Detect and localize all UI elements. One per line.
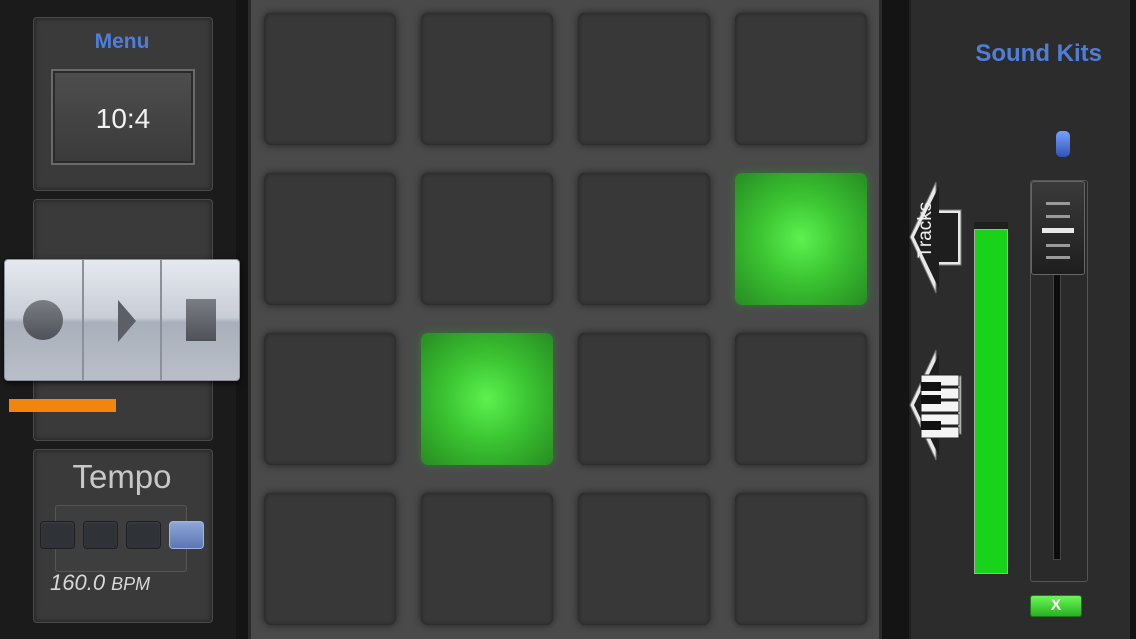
volume-fader-handle[interactable]: [1031, 181, 1085, 275]
right-panel: Sound Kits: [909, 0, 1130, 639]
fader-grip-line: [1046, 256, 1070, 259]
pad-12[interactable]: [735, 333, 867, 465]
pad-8[interactable]: [735, 173, 867, 305]
pad-11[interactable]: [578, 333, 710, 465]
pad-2[interactable]: [421, 13, 553, 145]
stop-button[interactable]: [162, 260, 239, 380]
tempo-led: [169, 521, 204, 549]
mute-button[interactable]: X: [1030, 595, 1082, 617]
pad-3[interactable]: [578, 13, 710, 145]
sound-kits-button[interactable]: Sound Kits: [911, 40, 1130, 68]
pad-9[interactable]: [264, 333, 396, 465]
pad-5[interactable]: [264, 173, 396, 305]
transport-bar: [4, 259, 240, 381]
play-button[interactable]: [84, 260, 163, 380]
fader-grip-line: [1046, 244, 1070, 247]
pad-15[interactable]: [578, 493, 710, 625]
record-button[interactable]: [5, 260, 84, 380]
bpm-unit: BPM: [111, 574, 151, 594]
channel-led: [1056, 131, 1070, 157]
tempo-led: [83, 521, 118, 549]
time-display: 10:4: [51, 69, 195, 165]
keyboard-tab[interactable]: [909, 348, 964, 462]
tempo-leds: [40, 521, 204, 549]
pad-16[interactable]: [735, 493, 867, 625]
bpm-value: 160.0: [50, 570, 106, 595]
fader-grip-line: [1042, 228, 1074, 233]
pad-4[interactable]: [735, 13, 867, 145]
piano-keys-icon: [920, 374, 960, 439]
tempo-led: [40, 521, 75, 549]
fader-grip-line: [1046, 215, 1070, 218]
tempo-label: Tempo: [72, 458, 172, 495]
pad-1[interactable]: [264, 13, 396, 145]
menu-button[interactable]: Menu: [33, 30, 211, 54]
playback-progress: [9, 399, 116, 412]
volume-fader-slot: [1053, 262, 1061, 560]
pad-14[interactable]: [421, 493, 553, 625]
record-icon: [23, 300, 64, 340]
bpm-readout[interactable]: 160.0 BPM: [50, 570, 150, 596]
play-icon: [117, 300, 136, 342]
pad-grid: [248, 0, 882, 639]
fader-grip-line: [1046, 202, 1070, 205]
tempo-led: [126, 521, 161, 549]
pad-6[interactable]: [421, 173, 553, 305]
level-meter-fill: [974, 229, 1008, 574]
level-meter: [974, 222, 1008, 574]
pad-7[interactable]: [578, 173, 710, 305]
tracks-label: Tracks: [915, 201, 936, 258]
pad-10[interactable]: [421, 333, 553, 465]
pad-13[interactable]: [264, 493, 396, 625]
stop-icon: [185, 299, 216, 341]
